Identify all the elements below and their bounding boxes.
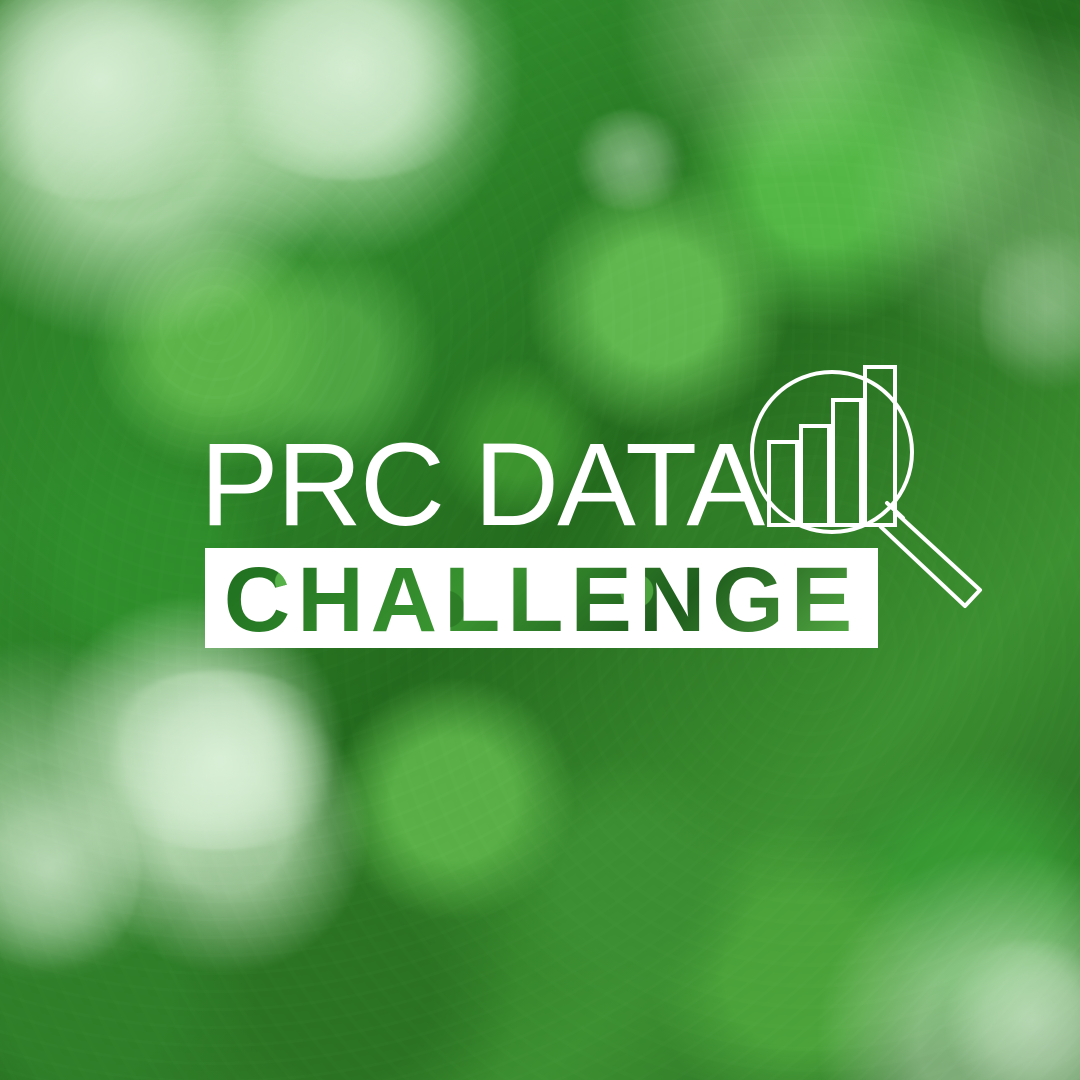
magnifying-glass-bar-chart-icon xyxy=(750,365,982,608)
title-top-text: PRC DATA xyxy=(200,419,765,551)
forest-background: PRC DATA CHALLENGE xyxy=(0,0,1080,1080)
title-top-line: PRC DATA xyxy=(200,426,765,544)
chart-bar xyxy=(799,424,831,527)
chart-bar xyxy=(767,440,799,527)
chart-bar xyxy=(863,365,897,527)
challenge-logo: PRC DATA CHALLENGE xyxy=(0,0,1080,1080)
chart-bar xyxy=(831,398,863,527)
